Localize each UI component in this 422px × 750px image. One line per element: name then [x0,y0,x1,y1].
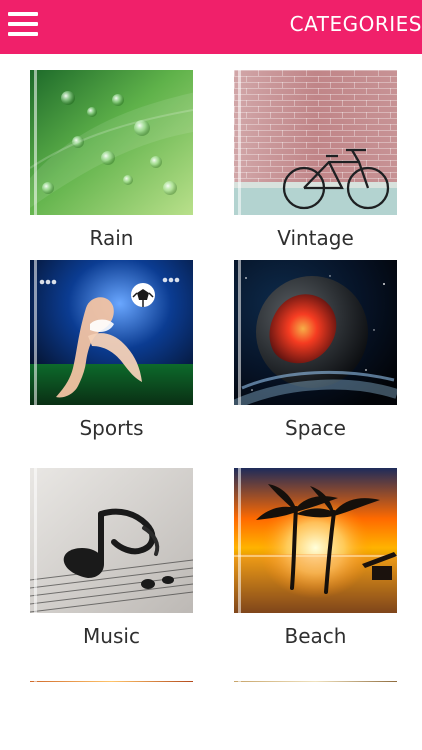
category-label: Rain [89,226,134,250]
app-screen: CATEGORIES Rain Vintage Sports Space Mus… [0,0,422,750]
category-tile-beach[interactable]: Beach [234,468,397,648]
menu-bar-top [8,12,38,16]
category-label: Music [83,624,140,648]
vintage-thumbnail-image [234,70,397,215]
category-label: Sports [79,416,144,440]
sports-thumbnail-image [30,260,193,405]
space-thumbnail-image [234,260,397,405]
category-label: Vintage [277,226,354,250]
hamburger-menu-icon[interactable] [8,11,38,37]
page-title: CATEGORIES [289,12,422,36]
category-tile-sports[interactable]: Sports [30,260,193,440]
category-label: Beach [284,624,347,648]
category-tile-partial-left[interactable] [30,674,193,682]
partial-thumbnail-image-right [234,674,397,682]
category-tile-music[interactable]: Music [30,468,193,648]
category-tile-rain[interactable]: Rain [30,70,193,250]
category-label: Space [285,416,346,440]
partial-thumbnail-image-left [30,674,193,682]
menu-bar-middle [8,22,38,26]
category-tile-partial-right[interactable] [234,674,397,682]
music-thumbnail-image [30,468,193,613]
beach-thumbnail-image [234,468,397,613]
category-tile-space[interactable]: Space [234,260,397,440]
menu-bar-bottom [8,32,38,36]
category-tile-vintage[interactable]: Vintage [234,70,397,250]
rain-thumbnail-image [30,70,193,215]
top-app-bar: CATEGORIES [0,0,422,54]
